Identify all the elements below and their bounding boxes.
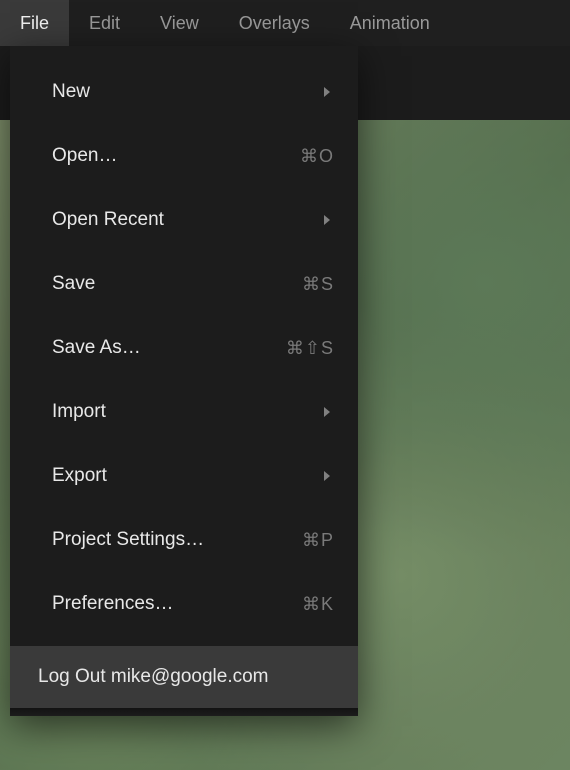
menu-item-open[interactable]: Open… ⌘O <box>10 124 358 188</box>
file-dropdown: New Open… ⌘O Open Recent Save ⌘S Save As… <box>10 46 358 716</box>
menu-item-shortcut: ⌘⇧S <box>286 338 334 359</box>
menu-item-label: Project Settings… <box>52 529 302 551</box>
menu-item-label: Export <box>52 465 323 487</box>
menu-item-preferences[interactable]: Preferences… ⌘K <box>10 572 358 636</box>
menu-tab-label: View <box>160 13 199 34</box>
menu-item-shortcut: ⌘P <box>302 530 334 551</box>
menu-item-new[interactable]: New <box>10 60 358 124</box>
menu-tab-label: File <box>20 13 49 34</box>
menu-item-project-settings[interactable]: Project Settings… ⌘P <box>10 508 358 572</box>
menu-item-save-as[interactable]: Save As… ⌘⇧S <box>10 316 358 380</box>
logout-section: Log Out mike@google.com <box>10 646 358 708</box>
menubar: File Edit View Overlays Animation <box>0 0 570 46</box>
menu-item-label: Save As… <box>52 337 286 359</box>
menu-tab-label: Edit <box>89 13 120 34</box>
menu-item-label: Import <box>52 401 323 423</box>
menu-item-label: Save <box>52 273 302 295</box>
menu-item-import[interactable]: Import <box>10 380 358 444</box>
menu-item-shortcut: ⌘K <box>302 594 334 615</box>
menu-tab-file[interactable]: File <box>0 0 69 46</box>
menu-tab-edit[interactable]: Edit <box>69 0 140 46</box>
menu-item-shortcut: ⌘O <box>300 146 334 167</box>
chevron-right-icon <box>323 406 332 418</box>
menu-item-label: Preferences… <box>52 593 302 615</box>
menu-tab-view[interactable]: View <box>140 0 219 46</box>
menu-item-label: Open… <box>52 145 300 167</box>
chevron-right-icon <box>323 214 332 226</box>
chevron-right-icon <box>323 470 332 482</box>
menu-item-save[interactable]: Save ⌘S <box>10 252 358 316</box>
menu-tab-label: Animation <box>350 13 430 34</box>
chevron-right-icon <box>323 86 332 98</box>
menu-item-logout[interactable]: Log Out mike@google.com <box>10 646 358 708</box>
menu-item-export[interactable]: Export <box>10 444 358 508</box>
menu-tab-animation[interactable]: Animation <box>330 0 450 46</box>
menu-item-label: Log Out mike@google.com <box>38 666 269 688</box>
menu-tab-label: Overlays <box>239 13 310 34</box>
menu-item-label: New <box>52 81 323 103</box>
menu-item-open-recent[interactable]: Open Recent <box>10 188 358 252</box>
menu-tab-overlays[interactable]: Overlays <box>219 0 330 46</box>
menu-item-label: Open Recent <box>52 209 323 231</box>
dropdown-shadow <box>10 708 358 716</box>
menu-item-shortcut: ⌘S <box>302 274 334 295</box>
